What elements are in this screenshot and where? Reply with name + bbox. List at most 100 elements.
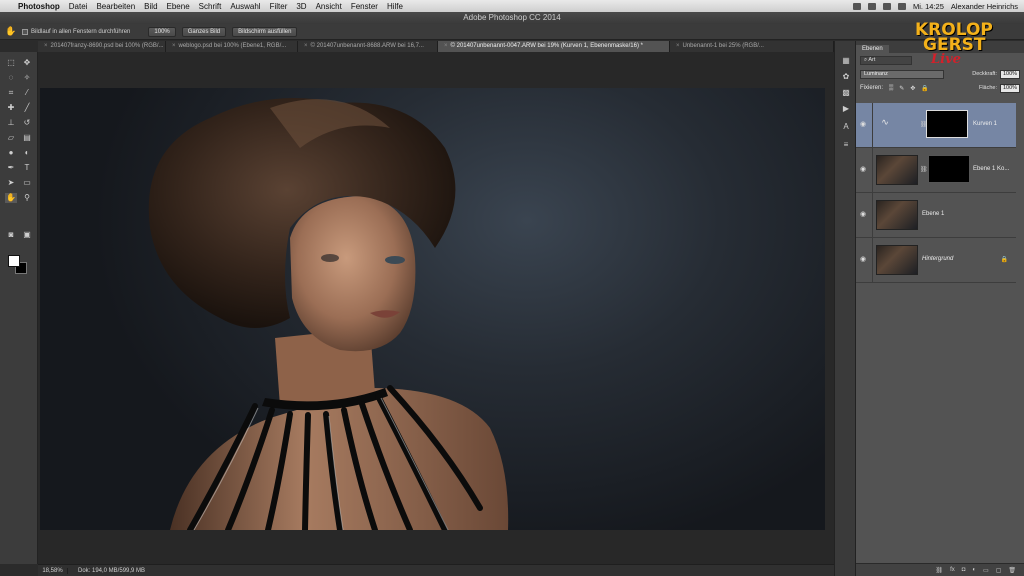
healing-brush-tool-icon[interactable]: ✚ (5, 103, 17, 113)
screen-mode-icon[interactable]: ▣ (21, 230, 33, 240)
properties-panel-icon[interactable]: ≡ (840, 139, 852, 150)
path-selection-tool-icon[interactable]: ➤ (5, 178, 17, 188)
history-brush-tool-icon[interactable]: ↺ (21, 118, 33, 128)
layer-name[interactable]: Ebene 1 Ko... (973, 166, 1009, 172)
status-icon[interactable] (868, 2, 877, 10)
menu-ansicht[interactable]: Ansicht (316, 2, 342, 11)
hand-tool-icon[interactable]: ✋ (5, 193, 17, 203)
close-icon[interactable]: × (304, 43, 308, 49)
menu-auswahl[interactable]: Auswahl (230, 2, 260, 11)
eraser-tool-icon[interactable]: ▱ (5, 133, 17, 143)
tab-document[interactable]: × weblogo.psd bei 100% (Ebene1, RGB/... (166, 41, 298, 52)
lock-position-icon[interactable]: ✥ (910, 85, 915, 92)
tab-ebenen[interactable]: Ebenen (856, 45, 889, 53)
quick-mask-icon[interactable]: ◙ (5, 230, 17, 240)
layer-name[interactable]: Kurven 1 (973, 121, 997, 127)
layer-name[interactable]: Hintergrund (922, 256, 953, 262)
crop-tool-icon[interactable]: ⌗ (5, 88, 17, 98)
blur-tool-icon[interactable]: ● (5, 148, 17, 158)
menu-schrift[interactable]: Schrift (199, 2, 222, 11)
actions-panel-icon[interactable]: ▶ (840, 103, 852, 114)
menu-filter[interactable]: Filter (270, 2, 288, 11)
fill-screen-button[interactable]: Bildschirm ausfüllen (232, 26, 298, 37)
pen-tool-icon[interactable]: ✒ (5, 163, 17, 173)
tab-document-active[interactable]: × © 201407unbenannt-0047.ARW bei 19% (Kur… (438, 41, 670, 52)
menu-bearbeiten[interactable]: Bearbeiten (96, 2, 135, 11)
lock-icon[interactable]: 🔒 (1001, 256, 1008, 263)
hand-tool-icon[interactable]: ✋ (0, 26, 22, 37)
trash-icon[interactable]: 🗑 (1008, 567, 1016, 574)
lasso-tool-icon[interactable]: ◌ (5, 73, 17, 83)
clock[interactable]: Mi. 14:25 (913, 2, 944, 11)
link-icon[interactable]: ⛓ (935, 567, 943, 574)
chain-link-icon[interactable]: ⛓ (920, 166, 928, 173)
visibility-eye-icon[interactable]: ◉ (860, 165, 870, 173)
lock-transparent-icon[interactable]: ▒ (889, 85, 893, 91)
fit-screen-button[interactable]: Ganzes Bild (181, 26, 227, 37)
zoom-100-button[interactable]: 100% (148, 26, 176, 37)
layer-mask-thumbnail[interactable] (926, 110, 968, 138)
eyedropper-tool-icon[interactable]: ⁄ (21, 88, 33, 98)
close-icon[interactable]: × (444, 43, 448, 49)
clone-stamp-tool-icon[interactable]: ⊥ (5, 118, 17, 128)
character-panel-icon[interactable]: A (840, 121, 852, 132)
menu-bild[interactable]: Bild (144, 2, 157, 11)
zoom-tool-icon[interactable]: ⚲ (21, 193, 33, 203)
user-name[interactable]: Alexander Heinrichs (951, 2, 1018, 11)
rectangle-tool-icon[interactable]: ▭ (21, 178, 33, 188)
fill-field[interactable]: 100% (1000, 83, 1020, 93)
close-icon[interactable]: × (44, 43, 48, 49)
visibility-eye-icon[interactable]: ◉ (860, 255, 870, 263)
close-icon[interactable]: × (172, 43, 176, 49)
portrait-photo[interactable] (40, 88, 825, 530)
visibility-eye-icon[interactable]: ◉ (860, 120, 870, 128)
zoom-level[interactable]: 18,58% (38, 567, 68, 574)
visibility-eye-icon[interactable]: ◉ (860, 210, 870, 218)
dodge-tool-icon[interactable]: ◐ (21, 148, 33, 158)
menu-hilfe[interactable]: Hilfe (387, 2, 403, 11)
lock-all-icon[interactable]: 🔒 (921, 85, 928, 92)
tab-document[interactable]: × © 201407unbenannt-8688.ARW bei 16,7... (298, 41, 438, 52)
menu-ebene[interactable]: Ebene (167, 2, 190, 11)
brush-tool-icon[interactable]: ╱ (21, 103, 33, 113)
color-panel-icon[interactable]: ✿ (840, 71, 852, 82)
type-tool-icon[interactable]: T (21, 163, 33, 173)
document-canvas-area[interactable] (38, 52, 834, 564)
layer-thumbnail (876, 155, 918, 185)
move-tool-icon[interactable]: ✥ (21, 58, 33, 68)
layer-thumbnail (876, 200, 918, 230)
menu-datei[interactable]: Datei (69, 2, 88, 11)
layer-name[interactable]: Ebene 1 (922, 211, 944, 217)
status-icon[interactable] (853, 2, 862, 10)
tab-document[interactable]: × Unbenannt-1 bei 25% (RGB/... (670, 41, 834, 52)
mac-menu-bar: Photoshop Datei Bearbeiten Bild Ebene Sc… (0, 0, 1024, 12)
new-layer-icon[interactable]: ▢ (996, 567, 1002, 574)
gradient-tool-icon[interactable]: ▤ (21, 133, 33, 143)
folder-icon[interactable]: ▭ (983, 567, 989, 574)
tab-document[interactable]: × 201407franzy-8690.psd bei 100% (RGB/... (38, 41, 166, 52)
menu-3d[interactable]: 3D (296, 2, 306, 11)
layer-thumbnail (876, 245, 918, 275)
fx-icon[interactable]: fx (950, 567, 955, 573)
scroll-all-windows-checkbox[interactable] (22, 28, 28, 35)
foreground-color-swatch[interactable] (8, 255, 20, 267)
adjustment-icon[interactable]: ◐ (972, 567, 976, 573)
swatches-panel-icon[interactable]: ▩ (840, 87, 852, 98)
layer-row-kurven-1[interactable]: ◉ ∿ ⛓ Kurven 1 (856, 103, 1016, 148)
menu-fenster[interactable]: Fenster (351, 2, 378, 11)
marquee-tool-icon[interactable]: ⬚ (5, 58, 17, 68)
layer-row-ebene-1[interactable]: ◉ Ebene 1 (856, 193, 1016, 238)
close-icon[interactable]: × (676, 43, 680, 49)
magic-wand-tool-icon[interactable]: ✧ (21, 73, 33, 83)
layer-row-ebene-1-kopie[interactable]: ◉ ⛓ Ebene 1 Ko... (856, 148, 1016, 193)
history-panel-icon[interactable]: ▦ (840, 55, 852, 66)
menu-app-name[interactable]: Photoshop (18, 2, 60, 11)
layer-mask-thumbnail[interactable] (928, 155, 970, 183)
mask-icon[interactable]: ◘ (962, 567, 966, 573)
layer-row-hintergrund[interactable]: ◉ Hintergrund 🔒 (856, 238, 1016, 283)
battery-icon[interactable] (898, 2, 907, 10)
wifi-icon[interactable] (883, 2, 892, 10)
lock-pixels-icon[interactable]: ✎ (899, 85, 904, 92)
document-size[interactable]: Dok: 194,0 MB/599,9 MB (78, 568, 145, 574)
layer-filter-select[interactable]: ⌕ Art (860, 55, 912, 65)
